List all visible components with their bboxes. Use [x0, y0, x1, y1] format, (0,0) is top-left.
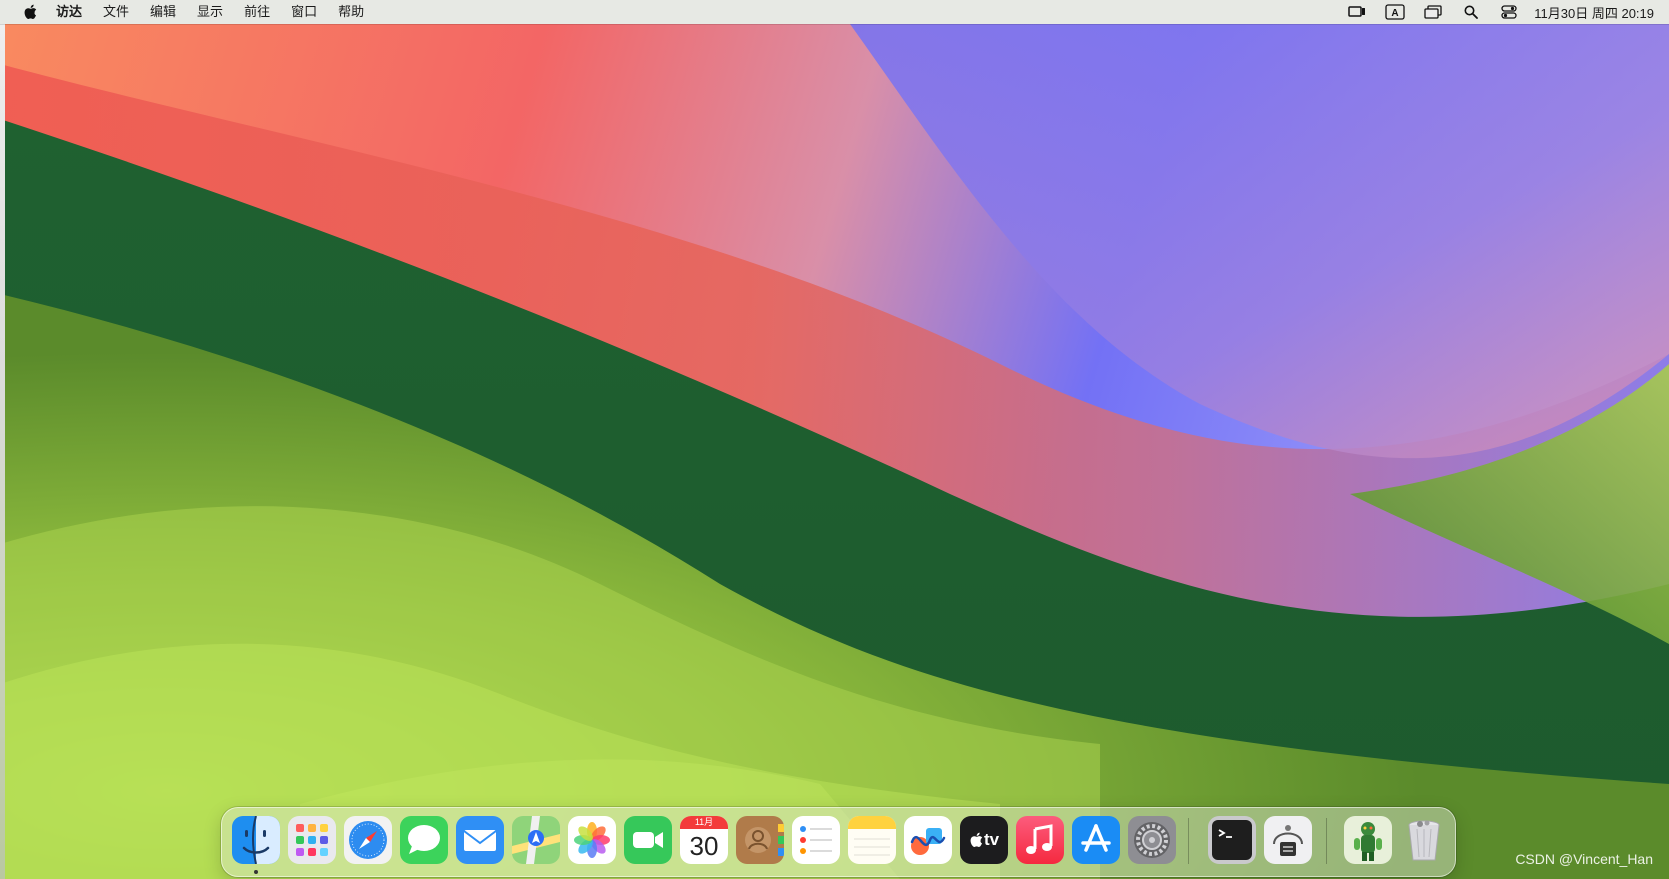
dock-app-trash[interactable] [1400, 816, 1448, 864]
gear-icon [1128, 816, 1176, 864]
tv-apple-logo-icon [970, 832, 983, 848]
finder-running-indicator [254, 870, 258, 874]
dock-app-maps[interactable] [512, 816, 560, 864]
tv-label: tv [983, 830, 1000, 849]
control-center-icon[interactable] [1498, 0, 1520, 24]
calendar-day: 30 [689, 831, 719, 861]
input-source-icon[interactable]: A [1384, 0, 1406, 24]
input-source-label: A [1392, 8, 1399, 19]
finder-icon [232, 816, 280, 864]
menu-help[interactable]: 帮助 [338, 0, 364, 24]
menu-go[interactable]: 前往 [244, 0, 270, 24]
dock-app-launchpad[interactable] [288, 816, 336, 864]
dock-app-safari[interactable] [344, 816, 392, 864]
dock-app-notes[interactable] [848, 816, 896, 864]
desktop-wallpaper [0, 24, 1669, 879]
menu-file[interactable]: 文件 [103, 0, 129, 24]
dock-app-facetime[interactable] [624, 816, 672, 864]
calendar-month: 11月 [680, 816, 728, 829]
dock-app-finder[interactable] [232, 816, 280, 864]
dock-app-calendar[interactable]: 11月 30 [680, 816, 728, 864]
dock-divider [1188, 818, 1189, 864]
dock-app-reminders[interactable] [792, 816, 840, 864]
app-store-icon [1072, 816, 1120, 864]
dock-divider [1326, 818, 1327, 864]
dock-app-app-store[interactable] [1072, 816, 1120, 864]
dock: 11月 30 tv [221, 807, 1456, 877]
dock-app-freeform[interactable] [904, 816, 952, 864]
photos-flower-icon [568, 816, 616, 864]
dock-app-mail[interactable] [456, 816, 504, 864]
dock-app-figure-app[interactable] [1344, 816, 1392, 864]
mail-envelope-icon [456, 816, 504, 864]
menu-clock[interactable]: 11月30日 周四 20:19 [1534, 3, 1654, 22]
menu-bar: 访达 文件 编辑 显示 前往 窗口 帮助 A 11月30日 周四 20:19 [0, 0, 1669, 24]
menu-app-name[interactable]: 访达 [56, 0, 82, 24]
menu-window[interactable]: 窗口 [291, 0, 317, 24]
window-overview-icon[interactable] [1422, 0, 1444, 24]
apple-menu-icon[interactable] [22, 4, 38, 20]
dock-app-terminal[interactable] [1208, 816, 1256, 864]
dock-app-contacts[interactable] [736, 816, 784, 864]
dock-app-messages[interactable] [400, 816, 448, 864]
music-note-icon [1016, 816, 1064, 864]
dock-app-utility[interactable] [1264, 816, 1312, 864]
terminal-icon [1208, 816, 1256, 864]
spotlight-search-icon[interactable] [1460, 0, 1482, 24]
screen-mirroring-icon[interactable] [1346, 0, 1368, 24]
dock-app-music[interactable] [1016, 816, 1064, 864]
menu-edit[interactable]: 编辑 [150, 0, 176, 24]
watermark: CSDN @Vincent_Han [1515, 851, 1653, 867]
contacts-book-icon [736, 816, 784, 864]
dock-app-photos[interactable] [568, 816, 616, 864]
freeform-icon [904, 816, 952, 864]
menu-view[interactable]: 显示 [197, 0, 223, 24]
notes-pad-icon [848, 816, 896, 864]
utility-tool-icon [1264, 816, 1312, 864]
messages-bubble-icon [400, 816, 448, 864]
trash-icon [1408, 820, 1440, 861]
dock-app-tv[interactable]: tv [960, 816, 1008, 864]
facetime-camera-icon [624, 816, 672, 864]
launchpad-icon [288, 816, 336, 864]
left-edge-strip [0, 24, 5, 879]
dock-app-system-settings[interactable] [1128, 816, 1176, 864]
maps-icon [512, 816, 560, 864]
reminders-list-icon [792, 816, 840, 864]
safari-compass-icon [344, 816, 392, 864]
figure-app-icon [1344, 816, 1392, 864]
